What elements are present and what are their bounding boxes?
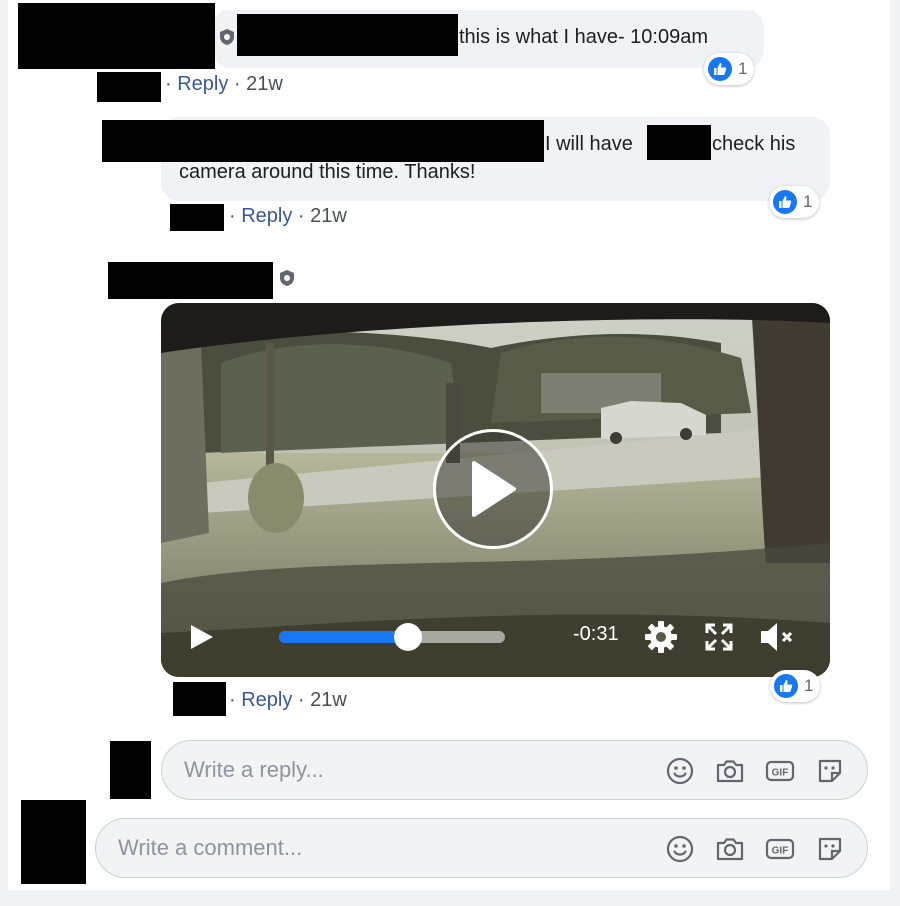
reaction-count-badge[interactable]: 1 [704, 53, 755, 85]
redacted-author-name [237, 14, 458, 56]
play-overlay-button[interactable] [433, 429, 553, 549]
like-thumb-icon [773, 190, 797, 214]
redacted-avatar [18, 3, 215, 69]
play-icon [472, 461, 516, 517]
redacted-avatar [21, 800, 86, 884]
reply-link[interactable]: Reply [241, 205, 292, 227]
video-player[interactable]: -0:31 [161, 303, 830, 677]
comment-text: check his [712, 133, 796, 155]
sticker-icon[interactable] [814, 755, 846, 787]
comment-timestamp[interactable]: 21w [310, 205, 347, 227]
comment-text: camera around this time. Thanks! [179, 161, 476, 183]
reaction-count-badge[interactable]: 1 [770, 670, 821, 702]
camera-icon[interactable] [714, 833, 746, 865]
reply-placeholder: Write a reply... [184, 757, 324, 782]
gif-icon[interactable]: GIF [764, 755, 796, 787]
reaction-count: 1 [803, 192, 813, 211]
comment-text: this is what I have- 10:09am [459, 26, 709, 48]
comment-timestamp[interactable]: 21w [246, 73, 283, 95]
reply-link[interactable]: Reply [177, 73, 228, 95]
comment-timestamp[interactable]: 21w [310, 689, 347, 711]
camera-icon[interactable] [714, 755, 746, 787]
reaction-count: 1 [738, 59, 748, 78]
comment-input[interactable]: Write a comment... GIF [95, 818, 868, 878]
reaction-count-badge[interactable]: 1 [769, 186, 820, 218]
fullscreen-icon[interactable] [704, 622, 734, 652]
sticker-icon[interactable] [814, 833, 846, 865]
like-thumb-icon [708, 57, 732, 81]
svg-text:GIF: GIF [772, 768, 789, 779]
emoji-icon[interactable] [664, 755, 696, 787]
emoji-icon[interactable] [664, 833, 696, 865]
redacted-author-name [108, 262, 273, 299]
time-remaining: -0:31 [573, 623, 619, 645]
comment-placeholder: Write a comment... [118, 835, 303, 860]
reply-input[interactable]: Write a reply... GIF [161, 740, 868, 800]
redacted-like-link [173, 682, 226, 716]
play-button[interactable] [189, 623, 215, 651]
like-thumb-icon [774, 674, 798, 698]
shield-icon [220, 29, 234, 45]
shield-icon [280, 270, 294, 286]
comment-meta: · Reply · 21w [165, 73, 283, 95]
comment-meta: · Reply · 21w [229, 689, 347, 711]
comment-text: I will have [545, 133, 633, 155]
svg-text:GIF: GIF [772, 846, 789, 857]
progress-track[interactable] [279, 623, 505, 651]
progress-scrubber[interactable] [393, 623, 422, 651]
redacted-mention [647, 125, 711, 160]
redacted-like-link [97, 72, 161, 102]
redacted-author-name [102, 120, 544, 162]
settings-gear-icon[interactable] [643, 619, 679, 655]
reply-link[interactable]: Reply [241, 689, 292, 711]
comment-meta: · Reply · 21w [229, 205, 347, 227]
progress-fill [279, 631, 408, 643]
redacted-avatar [110, 741, 151, 799]
reaction-count: 1 [804, 676, 814, 695]
gif-icon[interactable]: GIF [764, 833, 796, 865]
redacted-like-link [170, 204, 224, 231]
muted-speaker-icon[interactable] [757, 619, 797, 655]
